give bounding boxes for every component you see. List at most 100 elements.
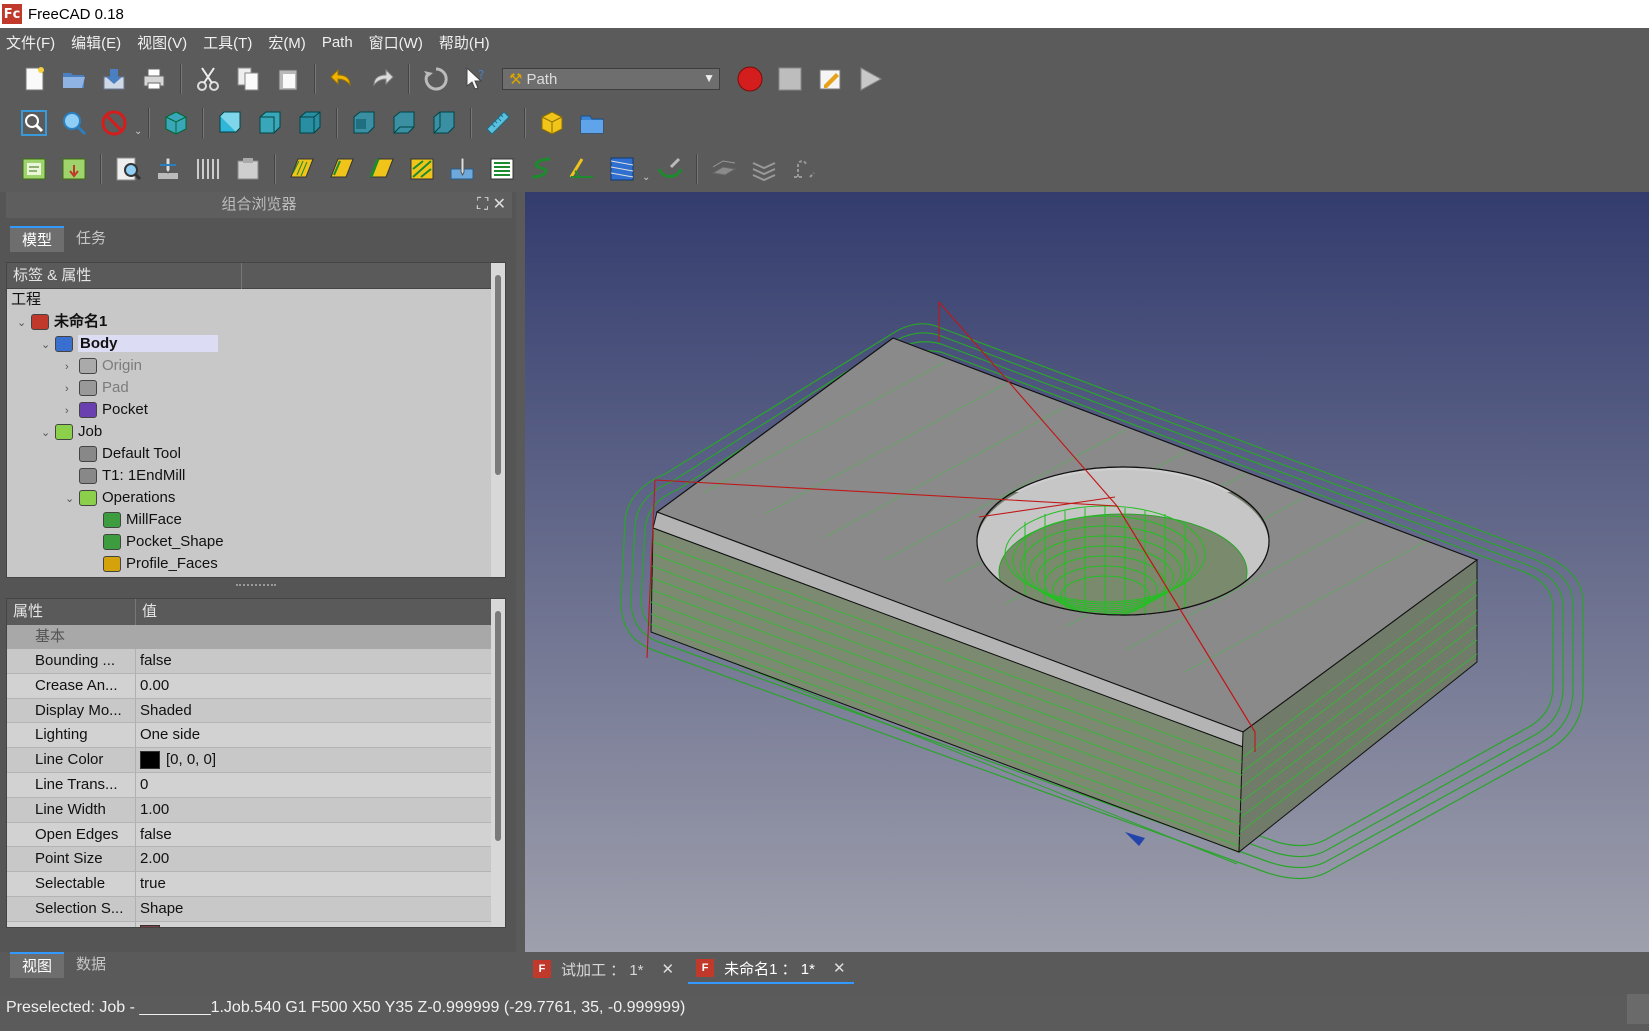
property-value[interactable]: 2.00 (135, 847, 495, 872)
profile-faces-button[interactable] (326, 153, 358, 185)
view-front-button[interactable] (214, 107, 246, 139)
refresh-button[interactable] (420, 63, 452, 95)
create-group-button[interactable] (576, 107, 608, 139)
workbench-selector[interactable]: ⚒ Path ▼ (502, 68, 720, 90)
3d-viewport[interactable] (525, 192, 1649, 952)
property-value[interactable]: false (135, 649, 495, 673)
post-process-button[interactable] (58, 153, 90, 185)
property-value[interactable]: One side (135, 723, 495, 748)
view-right-button[interactable] (294, 107, 326, 139)
property-row[interactable]: Open Edges false (7, 822, 505, 848)
path-job-button[interactable] (18, 153, 50, 185)
drilling-button[interactable] (446, 153, 478, 185)
property-row[interactable]: Lighting One side (7, 723, 505, 749)
property-value[interactable]: 0.00 (135, 673, 495, 698)
expand-down-icon[interactable]: ⌄ (17, 312, 31, 334)
property-value[interactable]: false (135, 822, 495, 847)
expand-right-icon[interactable]: › (65, 356, 79, 378)
property-value[interactable]: Shaded (135, 698, 495, 723)
stop-macro-button[interactable] (774, 63, 806, 95)
menu-macro[interactable]: 宏(M) (268, 32, 306, 53)
undo-button[interactable] (326, 63, 358, 95)
engrave-button[interactable] (566, 153, 598, 185)
property-value[interactable]: [127, 63, 63] (135, 921, 495, 927)
tree-item[interactable]: › Origin (7, 355, 505, 377)
3d-pocket-button[interactable] (606, 153, 638, 185)
property-row[interactable]: Crease An... 0.00 (7, 673, 505, 699)
tree-item[interactable]: ⌄ Job (7, 421, 505, 443)
run-macro-button[interactable] (854, 63, 886, 95)
expand-down-icon[interactable]: ⌄ (41, 334, 55, 356)
property-group-base[interactable]: 基本 (7, 625, 505, 649)
view-left-button[interactable] (428, 107, 460, 139)
tab-view[interactable]: 视图 (10, 952, 65, 978)
property-value[interactable]: [0, 0, 0] (135, 748, 495, 773)
tree-item[interactable]: ⌄ 未命名1 (7, 311, 505, 333)
property-value[interactable]: true (135, 872, 495, 897)
menu-tools[interactable]: 工具(T) (203, 32, 252, 53)
fit-all-button[interactable] (18, 107, 50, 139)
tab-tasks[interactable]: 任务 (64, 226, 118, 252)
edit-macro-button[interactable] (814, 63, 846, 95)
tree-item[interactable]: MillFace (7, 509, 505, 531)
chevron-down-icon[interactable]: ⌄ (642, 172, 650, 183)
property-row[interactable]: Line Width 1.00 (7, 797, 505, 823)
open-button[interactable] (58, 63, 90, 95)
tree-item[interactable]: ⌄ Body (7, 333, 505, 355)
tab-model[interactable]: 模型 (10, 226, 65, 252)
fit-selection-button[interactable] (58, 107, 90, 139)
stock-button[interactable] (232, 153, 264, 185)
tab-data[interactable]: 数据 (64, 952, 118, 978)
save-button[interactable] (98, 63, 130, 95)
property-row[interactable]: Line Trans... 0 (7, 772, 505, 798)
layers-button[interactable] (748, 153, 780, 185)
whats-this-button[interactable]: ? (460, 63, 492, 95)
print-button[interactable] (138, 63, 170, 95)
view-top-button[interactable] (254, 107, 286, 139)
property-value[interactable]: 1.00 (135, 797, 495, 822)
expand-right-icon[interactable]: › (65, 400, 79, 422)
new-document-button[interactable] (18, 63, 50, 95)
view-bottom-button[interactable] (388, 107, 420, 139)
panel-splitter[interactable] (236, 584, 276, 588)
float-panel-icon[interactable]: ⛶ (477, 196, 488, 213)
property-scrollbar-thumb[interactable] (495, 611, 501, 841)
draw-style-button[interactable] (98, 107, 130, 139)
resize-grip[interactable] (1627, 994, 1649, 1024)
doc-tab-trial[interactable]: F 试加工 ： 1* ✕ (525, 954, 682, 984)
helix-button[interactable] (526, 153, 558, 185)
inspect-gcode-button[interactable] (112, 153, 144, 185)
tree-item[interactable]: › Pocket (7, 399, 505, 421)
dressup-button[interactable] (192, 153, 224, 185)
tree-item[interactable]: T1: 1EndMill (7, 465, 505, 487)
copy-button[interactable] (232, 63, 264, 95)
property-row[interactable]: Selectable true (7, 872, 505, 897)
view-rear-button[interactable] (348, 107, 380, 139)
adaptive-button[interactable] (654, 153, 686, 185)
expand-down-icon[interactable]: ⌄ (65, 488, 79, 510)
doc-tab-unnamed1[interactable]: F 未命名1 ： 1* ✕ (688, 954, 854, 984)
redo-button[interactable] (366, 63, 398, 95)
property-row[interactable]: Line Color [0, 0, 0] (7, 748, 505, 773)
color-swatch[interactable] (140, 924, 160, 927)
close-icon[interactable]: ✕ (493, 196, 506, 213)
menu-help[interactable]: 帮助(H) (439, 32, 490, 53)
property-row[interactable]: Selection S... Shape (7, 896, 505, 922)
paste-button[interactable] (272, 63, 304, 95)
menu-file[interactable]: 文件(F) (6, 32, 55, 53)
tree-item[interactable]: Pocket_Shape (7, 531, 505, 553)
profile-edges-button[interactable] (366, 153, 398, 185)
cut-button[interactable] (192, 63, 224, 95)
property-value[interactable]: 0 (135, 772, 495, 797)
slice-button[interactable] (708, 153, 740, 185)
property-row[interactable]: Point Size 2.00 (7, 847, 505, 873)
menu-view[interactable]: 视图(V) (137, 32, 187, 53)
simulator-button[interactable] (152, 153, 184, 185)
menu-windows[interactable]: 窗口(W) (369, 32, 423, 53)
face-button[interactable] (486, 153, 518, 185)
menu-path[interactable]: Path (322, 34, 353, 51)
close-icon[interactable]: ✕ (833, 959, 846, 977)
menu-edit[interactable]: 编辑(E) (71, 32, 121, 53)
tree-item[interactable]: Profile_Faces (7, 553, 505, 575)
tree-item[interactable]: Default Tool (7, 443, 505, 465)
